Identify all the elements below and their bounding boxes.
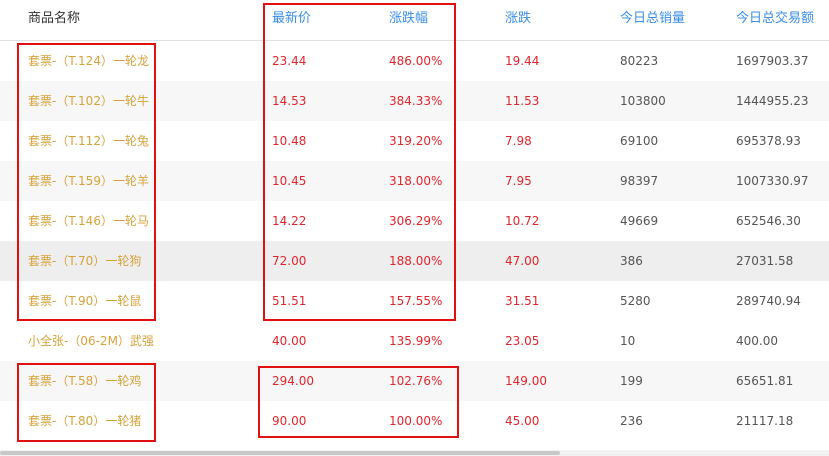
change-amount: 23.05	[505, 334, 540, 348]
product-name-link[interactable]: 小全张-（06-2M）武强	[28, 321, 154, 361]
product-name-link[interactable]: 套票-（T.146）一轮马	[28, 201, 149, 241]
change-pct: 318.00%	[389, 174, 443, 188]
daily-volume: 199	[620, 374, 643, 388]
daily-turnover: 289740.94	[736, 294, 801, 308]
change-pct: 135.99%	[389, 334, 443, 348]
table-row[interactable]: 套票-（T.102）一轮牛 14.53 384.33% 11.53 103800…	[0, 81, 829, 121]
change-amount: 47.00	[505, 254, 540, 268]
latest-price: 23.44	[272, 54, 307, 68]
latest-price: 10.45	[272, 174, 307, 188]
table-row[interactable]: 小全张-（06-2M）武强 40.00 135.99% 23.05 10 400…	[0, 321, 829, 361]
col-header-change[interactable]: 涨跌	[505, 0, 531, 40]
daily-turnover: 1007330.97	[736, 174, 809, 188]
table-row[interactable]: 套票-（T.124）一轮龙 23.44 486.00% 19.44 80223 …	[0, 41, 829, 81]
col-header-latest-price[interactable]: 最新价	[272, 0, 311, 40]
daily-volume: 69100	[620, 134, 659, 148]
change-pct: 188.00%	[389, 254, 443, 268]
daily-turnover: 695378.93	[736, 134, 801, 148]
daily-volume: 236	[620, 414, 643, 428]
change-pct: 306.29%	[389, 214, 443, 228]
latest-price: 72.00	[272, 254, 307, 268]
change-pct: 102.76%	[389, 374, 443, 388]
daily-volume: 10	[620, 334, 636, 348]
daily-turnover: 65651.81	[736, 374, 794, 388]
change-amount: 11.53	[505, 94, 540, 108]
change-pct: 100.00%	[389, 414, 443, 428]
daily-turnover: 1697903.37	[736, 54, 809, 68]
change-amount: 45.00	[505, 414, 540, 428]
product-name-link[interactable]: 套票-（T.112）一轮兔	[28, 121, 149, 161]
daily-volume: 80223	[620, 54, 659, 68]
col-header-volume[interactable]: 今日总销量	[620, 0, 685, 40]
daily-turnover: 21117.18	[736, 414, 794, 428]
table-row[interactable]: 套票-（T.58）一轮鸡 294.00 102.76% 149.00 199 6…	[0, 361, 829, 401]
col-header-name[interactable]: 商品名称	[28, 0, 80, 40]
change-amount: 7.95	[505, 174, 532, 188]
table-row[interactable]: 套票-（T.146）一轮马 14.22 306.29% 10.72 49669 …	[0, 201, 829, 241]
product-name-link[interactable]: 套票-（T.90）一轮鼠	[28, 281, 141, 321]
table-row[interactable]: 套票-（T.90）一轮鼠 51.51 157.55% 31.51 5280 28…	[0, 281, 829, 321]
table-row[interactable]: 套票-（T.112）一轮兔 10.48 319.20% 7.98 69100 6…	[0, 121, 829, 161]
change-amount: 149.00	[505, 374, 547, 388]
product-name-link[interactable]: 套票-（T.70）一轮狗	[28, 241, 141, 281]
daily-volume: 49669	[620, 214, 659, 228]
change-pct: 319.20%	[389, 134, 443, 148]
daily-turnover: 27031.58	[736, 254, 794, 268]
latest-price: 51.51	[272, 294, 307, 308]
col-header-turnover[interactable]: 今日总交易额	[736, 0, 814, 40]
change-amount: 7.98	[505, 134, 532, 148]
col-header-change-pct[interactable]: 涨跌幅	[389, 0, 428, 40]
daily-volume: 386	[620, 254, 643, 268]
change-amount: 10.72	[505, 214, 540, 228]
latest-price: 14.22	[272, 214, 307, 228]
change-amount: 31.51	[505, 294, 540, 308]
change-pct: 157.55%	[389, 294, 443, 308]
horizontal-scrollbar[interactable]	[0, 450, 829, 456]
product-name-link[interactable]: 套票-（T.102）一轮牛	[28, 81, 149, 121]
daily-turnover: 1444955.23	[736, 94, 809, 108]
daily-turnover: 400.00	[736, 334, 778, 348]
daily-volume: 98397	[620, 174, 659, 188]
table-header: 商品名称 最新价 涨跌幅 涨跌 今日总销量 今日总交易额	[0, 0, 829, 41]
latest-price: 14.53	[272, 94, 307, 108]
product-name-link[interactable]: 套票-（T.80）一轮猪	[28, 401, 141, 441]
latest-price: 90.00	[272, 414, 307, 428]
table-row[interactable]: 套票-（T.159）一轮羊 10.45 318.00% 7.95 98397 1…	[0, 161, 829, 201]
change-amount: 19.44	[505, 54, 540, 68]
product-name-link[interactable]: 套票-（T.124）一轮龙	[28, 41, 149, 81]
daily-volume: 5280	[620, 294, 651, 308]
daily-turnover: 652546.30	[736, 214, 801, 228]
product-name-link[interactable]: 套票-（T.159）一轮羊	[28, 161, 149, 201]
table-row[interactable]: 套票-（T.70）一轮狗 72.00 188.00% 47.00 386 270…	[0, 241, 829, 281]
latest-price: 294.00	[272, 374, 314, 388]
change-pct: 384.33%	[389, 94, 443, 108]
latest-price: 10.48	[272, 134, 307, 148]
scrollbar-thumb[interactable]	[0, 451, 560, 455]
product-name-link[interactable]: 套票-（T.58）一轮鸡	[28, 361, 141, 401]
change-pct: 486.00%	[389, 54, 443, 68]
latest-price: 40.00	[272, 334, 307, 348]
daily-volume: 103800	[620, 94, 666, 108]
table-row[interactable]: 套票-（T.80）一轮猪 90.00 100.00% 45.00 236 211…	[0, 401, 829, 441]
